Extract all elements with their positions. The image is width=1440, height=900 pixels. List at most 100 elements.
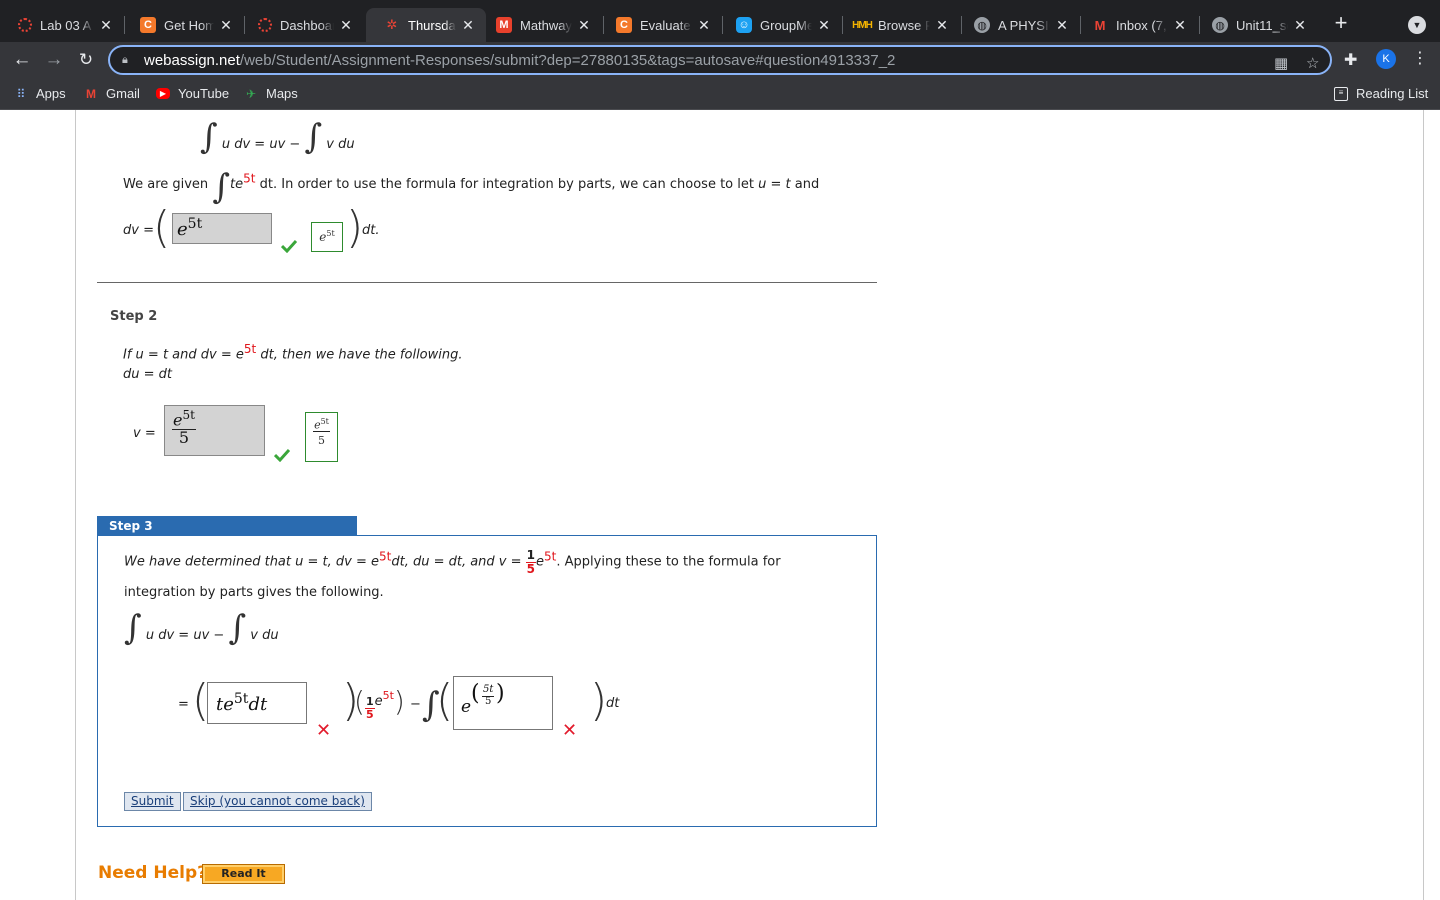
step-3-formula-lhs: u dv = uv − [145, 628, 225, 643]
close-icon[interactable]: ✕ [338, 17, 354, 34]
apps-grid-icon: ⠿ [16, 86, 26, 101]
step-3-text-c: e [536, 554, 545, 570]
mathway-icon: M [496, 17, 512, 33]
tab-strip: Lab 03 A ✕ C Get Home ✕ Dashboar ✕ ✲ Thu… [0, 0, 1440, 42]
skip-button[interactable]: Skip (you cannot come back) [183, 792, 372, 811]
vdu-entry-numerator: 5t [482, 684, 495, 697]
lock-icon: 🔒︎ [122, 53, 128, 66]
v-answer-exponent: 5t [182, 408, 195, 422]
tab-title: A PHYSIC [998, 17, 1050, 33]
tab-title: Lab 03 A [40, 17, 92, 33]
uv-answer-field[interactable]: te5tdt [207, 682, 307, 724]
submit-button[interactable]: Submit [124, 792, 181, 811]
close-icon[interactable]: ✕ [816, 17, 832, 34]
gmail-icon: M [86, 86, 96, 101]
reload-icon[interactable]: ↻ [74, 48, 98, 72]
step-3-intro: We have determined that u = t, dv = e5td… [124, 549, 781, 575]
close-paren: ) [346, 202, 364, 253]
puzzle-icon: ✲ [386, 17, 398, 32]
forward-arrow-icon[interactable]: → [42, 48, 66, 72]
profile-avatar[interactable]: K [1376, 49, 1396, 69]
v-fraction: 1 5 [525, 549, 537, 576]
tab-evaluate[interactable]: C Evaluate ✕ [598, 8, 722, 42]
hmh-icon: HMH [852, 19, 873, 31]
tab-physics[interactable]: ◍ A PHYSIC ✕ [956, 8, 1080, 42]
dv-label: dv = [123, 223, 154, 238]
close-icon[interactable]: ✕ [696, 17, 712, 34]
v-answer-fraction: e5t 5 [172, 409, 196, 447]
reading-list-button[interactable]: ≡ Reading List [1334, 86, 1428, 101]
browser-menu-icon[interactable]: ⋮ [1412, 49, 1428, 69]
dv-answer-field[interactable]: e5t [172, 213, 272, 244]
close-icon[interactable]: ✕ [934, 17, 950, 34]
extensions-puzzle-icon[interactable]: ✚ [1344, 50, 1357, 70]
integral-sign: ∫ [124, 608, 142, 648]
bookmark-gmail[interactable]: M Gmail [84, 86, 140, 101]
tab-browse[interactable]: HMH Browse F ✕ [836, 8, 960, 42]
bookmark-label: Maps [266, 86, 298, 101]
close-icon[interactable]: ✕ [1172, 17, 1188, 34]
step-3-text-a: We have determined that u = t, dv = e [124, 554, 379, 570]
tab-mathway[interactable]: M Mathway ✕ [478, 8, 602, 42]
c-logo-icon: C [616, 17, 632, 33]
tab-unit11[interactable]: ◍ Unit11_so ✕ [1194, 8, 1318, 42]
v-term-exponent: 5t [382, 689, 394, 702]
v-answer-field[interactable]: e5t 5 [164, 405, 265, 456]
dv-suffix: dt. [362, 223, 380, 238]
tab-title: Evaluate [640, 17, 691, 33]
close-icon[interactable]: ✕ [218, 17, 234, 34]
close-icon[interactable]: ✕ [98, 17, 114, 34]
uv-entry-dt: dt [248, 694, 268, 715]
circle-dashed-icon [18, 18, 32, 32]
step-3-exponent: 5t [379, 549, 392, 564]
step-3-formula: ∫ u dv = uv − ∫ v du [124, 611, 279, 645]
new-tab-button[interactable]: + [1330, 12, 1352, 34]
maps-icon: ✈ [245, 86, 257, 101]
tab-title: Mathway [520, 17, 572, 33]
uv-entry-t: te [216, 694, 234, 715]
close-icon[interactable]: ✕ [1054, 17, 1070, 34]
close-icon[interactable]: ✕ [1292, 17, 1308, 34]
tab-lab03[interactable]: Lab 03 A ✕ [0, 8, 124, 42]
gmail-icon: M [1094, 17, 1106, 33]
u-choice: u = t [758, 177, 791, 192]
circle-dashed-icon [258, 18, 272, 32]
tab-title: GroupMe [760, 17, 812, 33]
bookmark-apps[interactable]: ⠿ Apps [14, 86, 66, 101]
step-2-prefix: If u = t and dv = e [123, 347, 244, 363]
bookmark-maps[interactable]: ✈ Maps [244, 86, 298, 101]
tab-inbox[interactable]: M Inbox (7, ✕ [1074, 8, 1198, 42]
v-fraction-denominator: 5 [526, 561, 536, 576]
tab-get-home[interactable]: C Get Home ✕ [122, 8, 244, 42]
read-it-button[interactable]: Read It [202, 864, 285, 884]
parts-formula: ∫ u dv = uv − ∫ v du [200, 120, 355, 154]
bookmark-youtube[interactable]: ▶ YouTube [156, 86, 229, 101]
step-3-exponent-2: 5t [544, 549, 557, 564]
integral-sign: ∫ [304, 117, 323, 157]
close-paren: ) [590, 675, 608, 726]
vdu-answer-field[interactable]: e ( 5t 5 ) [453, 676, 553, 730]
back-arrow-icon[interactable]: ← [10, 48, 34, 72]
integral-sign: ∫ [228, 608, 247, 648]
groupme-icon: ☺ [736, 17, 752, 33]
v-correct-answer: e5t 5 [305, 412, 338, 462]
answer-exponent: 5t [187, 216, 203, 232]
bookmark-label: Apps [36, 86, 66, 101]
open-paren: ( [436, 675, 454, 726]
tab-thursday[interactable]: ✲ Thursday ✕ [366, 8, 486, 42]
tab-search-icon[interactable]: ▼ [1408, 16, 1426, 34]
answer-base: e [177, 219, 188, 240]
tab-title: Get Home [164, 17, 214, 33]
vdu-entry-e: e [461, 697, 472, 717]
v-term: ( 1 5 e5t) [354, 685, 405, 721]
tab-groupme[interactable]: ☺ GroupMe ✕ [718, 8, 842, 42]
close-icon[interactable]: ✕ [460, 17, 476, 34]
step-2-suffix: dt, then we have the following. [260, 347, 463, 363]
bookmark-star-icon[interactable]: ☆ [1306, 54, 1319, 72]
tab-dashboard[interactable]: Dashboar ✕ [240, 8, 364, 42]
check-icon [281, 239, 297, 253]
close-icon[interactable]: ✕ [576, 17, 592, 34]
address-bar[interactable]: 🔒︎ webassign.net/web/Student/Assignment-… [108, 45, 1332, 75]
qr-code-icon[interactable]: ▦ [1274, 54, 1288, 72]
tail-dt: dt [606, 696, 620, 711]
